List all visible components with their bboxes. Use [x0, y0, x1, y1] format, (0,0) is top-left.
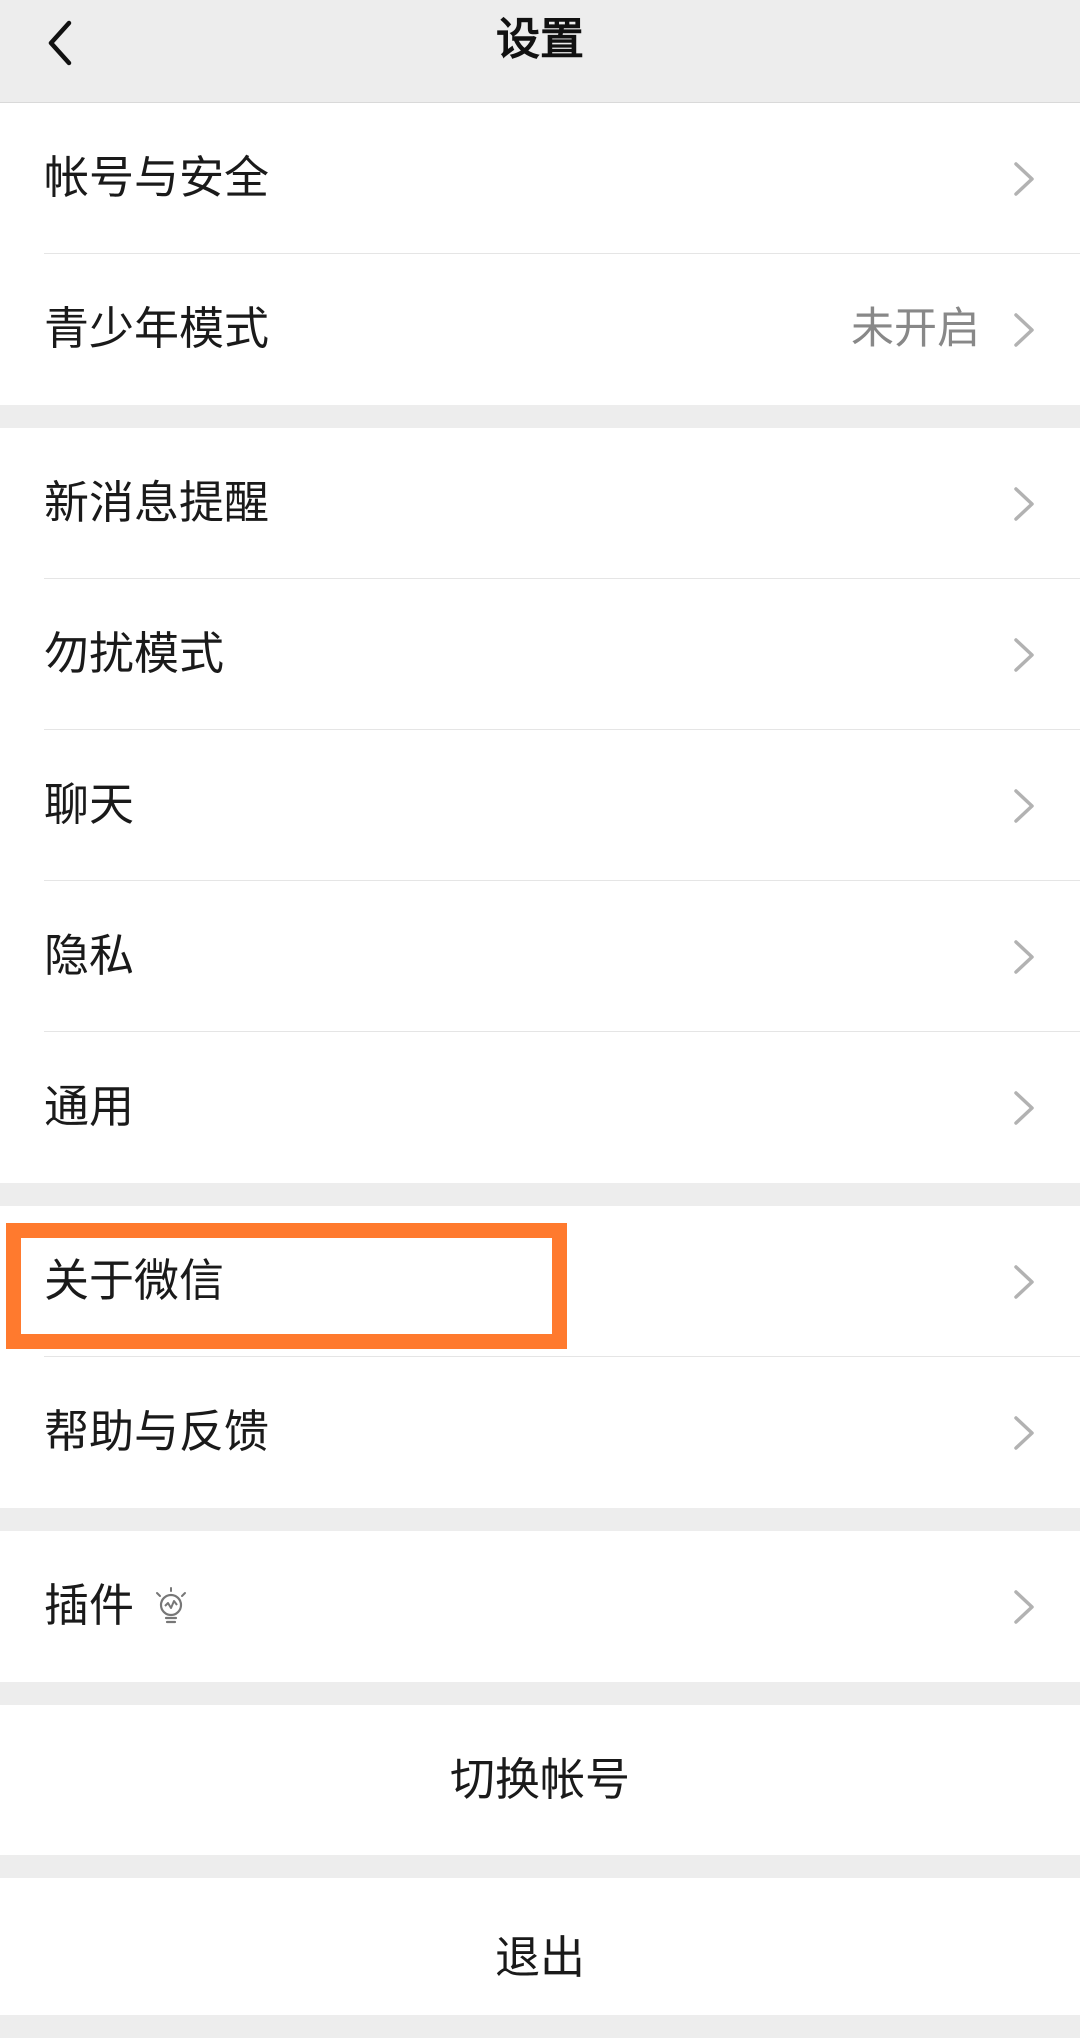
- chevron-right-icon: [1014, 1091, 1034, 1125]
- settings-group-plugins: 插件: [0, 1531, 1080, 1682]
- settings-item-notifications[interactable]: 新消息提醒: [0, 428, 1080, 579]
- settings-group-account: 帐号与安全 青少年模式 未开启: [0, 103, 1080, 405]
- chevron-right-icon: [1014, 162, 1034, 196]
- settings-item-label: 帐号与安全: [44, 151, 270, 204]
- settings-item-general[interactable]: 通用: [0, 1032, 1080, 1183]
- chevron-right-icon: [1014, 638, 1034, 672]
- settings-item-chat[interactable]: 聊天: [0, 730, 1080, 881]
- settings-item-label: 勿扰模式: [44, 627, 225, 680]
- switch-account-button[interactable]: 切换帐号: [0, 1705, 1080, 1855]
- settings-item-label: 通用: [44, 1080, 135, 1133]
- settings-item-privacy[interactable]: 隐私: [0, 881, 1080, 1032]
- chevron-right-icon: [1014, 487, 1034, 521]
- highlight-box: [6, 1223, 567, 1349]
- settings-item-teen-mode[interactable]: 青少年模式 未开启: [0, 254, 1080, 405]
- teen-mode-status: 未开启: [851, 304, 980, 354]
- logout-button[interactable]: 退出: [0, 1878, 1080, 2015]
- settings-item-label: 帮助与反馈: [44, 1405, 270, 1458]
- settings-item-help-feedback[interactable]: 帮助与反馈: [0, 1357, 1080, 1508]
- chevron-right-icon: [1014, 789, 1034, 823]
- settings-item-label: 隐私: [44, 929, 135, 982]
- settings-item-do-not-disturb[interactable]: 勿扰模式: [0, 579, 1080, 730]
- settings-item-label: 聊天: [44, 778, 135, 831]
- chevron-right-icon: [1014, 1416, 1034, 1450]
- navigation-bar: 设置: [0, 0, 1080, 103]
- chevron-right-icon: [1014, 940, 1034, 974]
- settings-item-label: 青少年模式: [44, 302, 270, 355]
- lightbulb-icon: [156, 1587, 186, 1624]
- settings-item-label: 插件: [44, 1579, 135, 1632]
- chevron-right-icon: [1014, 1590, 1034, 1624]
- chevron-right-icon: [1014, 1265, 1034, 1299]
- chevron-right-icon: [1014, 313, 1034, 347]
- settings-group-general: 新消息提醒 勿扰模式 聊天 隐私 通用: [0, 428, 1080, 1183]
- page-title: 设置: [496, 14, 584, 65]
- settings-item-account-security[interactable]: 帐号与安全: [0, 103, 1080, 254]
- settings-item-label: 新消息提醒: [44, 476, 270, 529]
- settings-item-plugins[interactable]: 插件: [0, 1531, 1080, 1682]
